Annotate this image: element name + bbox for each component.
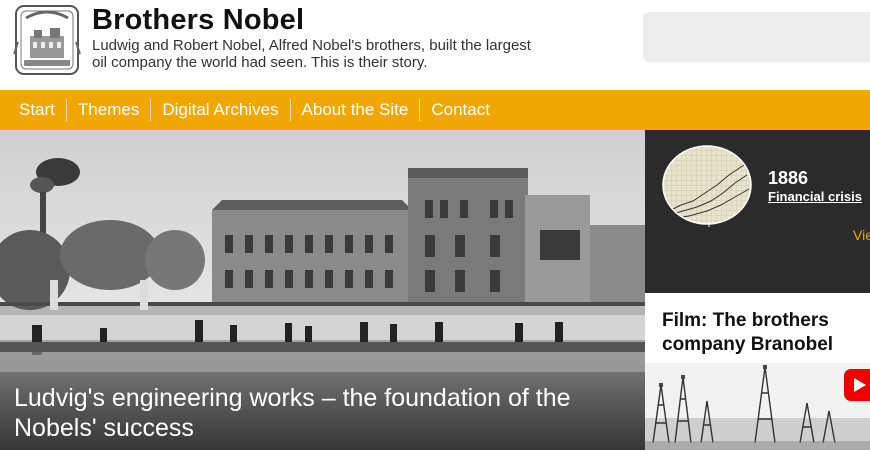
timeline-event-link[interactable]: Financial crisis xyxy=(768,189,862,204)
nav-item-about[interactable]: About the Site xyxy=(291,99,421,121)
timeline-year: 1886 xyxy=(768,168,809,188)
site-tagline: Ludwig and Robert Nobel, Alfred Nobel's … xyxy=(92,37,531,71)
film-title-line2: company Branobel xyxy=(662,334,834,355)
timeline-view-link[interactable]: Vie xyxy=(853,227,870,243)
nav-item-digital-archives[interactable]: Digital Archives xyxy=(151,99,291,121)
film-title[interactable]: Film: The brothers company Branobel xyxy=(662,309,870,357)
film-title-line1: Film: The brothers xyxy=(662,310,829,331)
nav-item-start[interactable]: Start xyxy=(8,99,67,121)
search-input[interactable] xyxy=(643,12,870,62)
main-nav: Start Themes Digital Archives About the … xyxy=(0,90,870,130)
play-icon[interactable] xyxy=(844,369,870,401)
nav-item-themes[interactable]: Themes xyxy=(67,99,152,121)
site-title[interactable]: Brothers Nobel xyxy=(92,4,304,37)
site-logo[interactable] xyxy=(12,2,82,78)
site-header: Brothers Nobel Ludwig and Robert Nobel, … xyxy=(0,0,870,90)
financial-chart-thumbnail xyxy=(662,145,752,227)
film-thumbnail xyxy=(645,363,870,450)
hero-title[interactable]: Ludvig's engineering works – the foundat… xyxy=(14,383,629,443)
hero-feature[interactable]: Ludvig's engineering works – the foundat… xyxy=(0,130,645,450)
film-card[interactable]: Film: The brothers company Branobel xyxy=(645,293,870,450)
nav-item-contact[interactable]: Contact xyxy=(420,99,501,121)
timeline-card[interactable]: 1886 Financial crisis Vie xyxy=(645,130,870,293)
